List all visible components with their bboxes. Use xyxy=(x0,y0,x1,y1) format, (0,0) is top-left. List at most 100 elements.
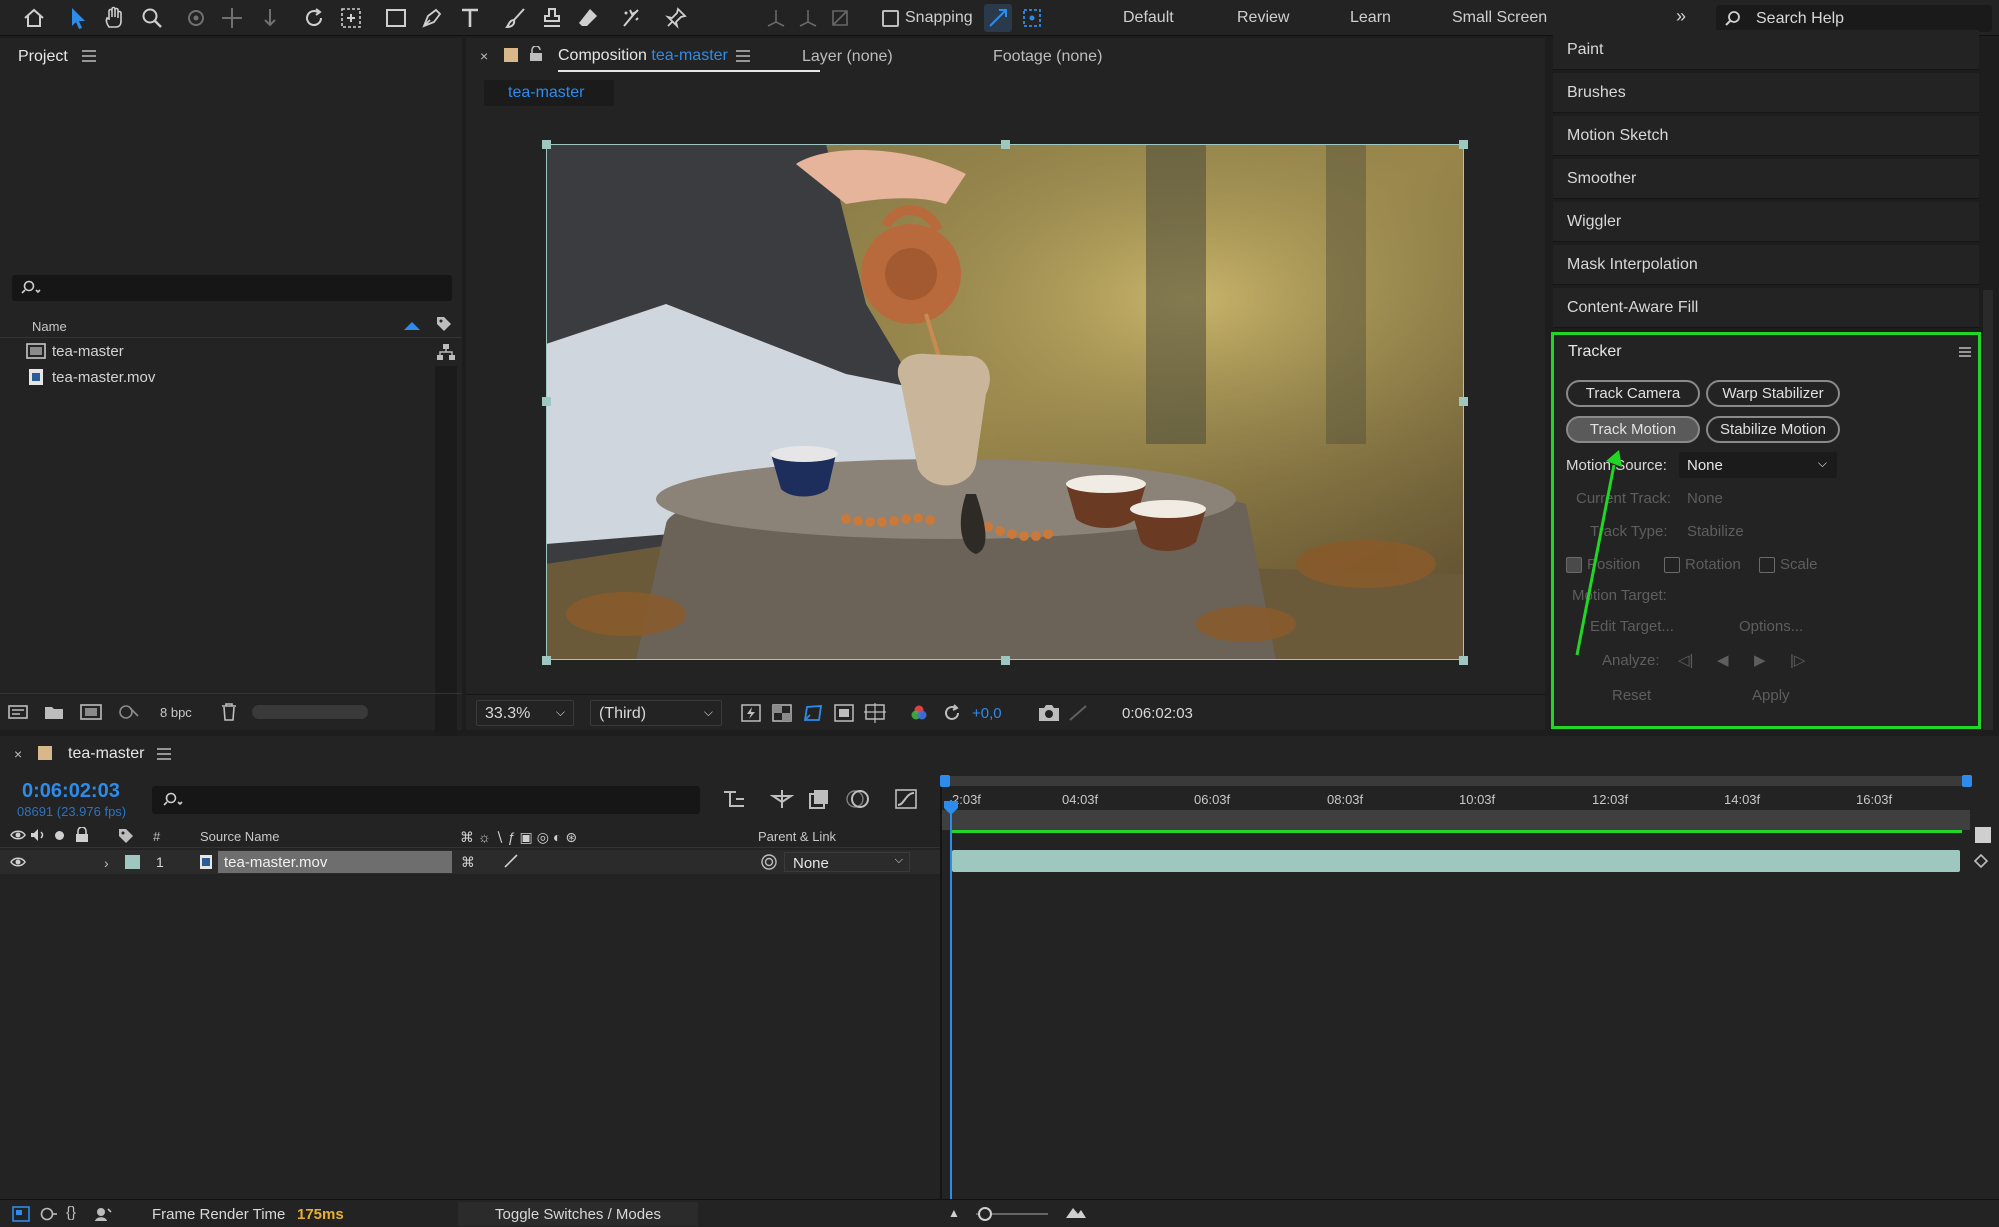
panel-menu-icon[interactable] xyxy=(82,50,96,62)
transform-handle[interactable] xyxy=(1459,397,1468,406)
more-workspaces-icon[interactable]: » xyxy=(1676,6,1686,27)
draft-3d-icon[interactable] xyxy=(770,788,794,810)
fast-previews-icon[interactable] xyxy=(741,704,761,722)
layer-tab[interactable]: Layer (none) xyxy=(802,48,893,66)
name-column-label[interactable]: Name xyxy=(32,319,67,334)
layer-duration-bar[interactable] xyxy=(952,850,1960,872)
close-tab-icon[interactable]: × xyxy=(14,746,22,762)
composition-breadcrumb[interactable]: tea-master xyxy=(484,80,614,106)
snap-edges-icon[interactable] xyxy=(984,4,1012,32)
transform-handle[interactable] xyxy=(542,656,551,665)
panel-menu-icon[interactable] xyxy=(157,748,171,760)
zoom-out-icon[interactable]: ▲ xyxy=(948,1206,960,1220)
timeline-current-time[interactable]: 0:06:02:03 xyxy=(22,780,120,803)
zoom-tool-icon[interactable] xyxy=(138,4,166,32)
transparency-grid-icon[interactable] xyxy=(772,704,792,722)
exposure-value[interactable]: +0,0 xyxy=(972,705,1002,722)
transform-handle[interactable] xyxy=(542,397,551,406)
rotation-tool-icon[interactable] xyxy=(300,4,328,32)
project-item-composition[interactable]: tea-master xyxy=(0,338,430,364)
trash-icon[interactable] xyxy=(221,703,237,721)
parent-dropdown[interactable]: None ⌵ xyxy=(784,852,910,872)
sort-ascending-icon[interactable] xyxy=(404,322,420,330)
comp-marker-bin-icon[interactable] xyxy=(1975,827,1991,843)
flowchart-icon[interactable] xyxy=(437,344,455,360)
layer-source-name[interactable]: tea-master.mov xyxy=(218,851,452,873)
source-name-column[interactable]: Source Name xyxy=(200,829,279,844)
wiggler-panel-header[interactable]: Wiggler xyxy=(1553,202,1979,242)
reset-exposure-icon[interactable] xyxy=(942,703,962,723)
timeline-search-input[interactable] xyxy=(152,786,700,814)
pen-tool-icon[interactable] xyxy=(418,4,446,32)
composition-tab[interactable]: Composition tea-master xyxy=(558,47,728,65)
dolly-camera-icon[interactable] xyxy=(256,4,284,32)
view-axis-icon[interactable] xyxy=(826,4,854,32)
layer-switches-pane-icon[interactable] xyxy=(12,1206,30,1222)
magnification-dropdown[interactable]: 33.3% ⌵ xyxy=(476,700,574,726)
lock-icon[interactable] xyxy=(529,46,543,62)
timeline-zoom-slider-thumb[interactable] xyxy=(978,1207,992,1221)
clone-stamp-tool-icon[interactable] xyxy=(538,4,566,32)
workspace-small-screen[interactable]: Small Screen xyxy=(1452,9,1547,27)
workspace-learn[interactable]: Learn xyxy=(1350,9,1391,27)
transform-handle[interactable] xyxy=(542,140,551,149)
brushes-panel-header[interactable]: Brushes xyxy=(1553,73,1979,113)
new-composition-icon[interactable] xyxy=(80,704,102,720)
audio-switch-icon[interactable] xyxy=(30,828,46,842)
local-axis-icon[interactable] xyxy=(762,4,790,32)
in-out-pane-icon[interactable]: {} xyxy=(66,1204,76,1221)
layer-label-color[interactable] xyxy=(125,855,140,869)
render-time-pane-icon[interactable] xyxy=(94,1206,112,1222)
roto-brush-tool-icon[interactable] xyxy=(618,4,646,32)
work-area-start-handle[interactable] xyxy=(940,775,950,787)
footage-tab[interactable]: Footage (none) xyxy=(993,48,1102,66)
workspace-review[interactable]: Review xyxy=(1237,9,1289,27)
snapping-checkbox[interactable] xyxy=(882,10,899,27)
orbit-camera-icon[interactable] xyxy=(182,4,210,32)
playhead-line[interactable] xyxy=(950,800,952,1199)
layer-visibility-eye-icon[interactable] xyxy=(10,856,26,868)
type-tool-icon[interactable] xyxy=(456,4,484,32)
workspace-default[interactable]: Default xyxy=(1123,9,1174,27)
composition-mini-flowchart-icon[interactable] xyxy=(722,788,746,810)
time-ruler[interactable]: 2:03f 04:03f 06:03f 08:03f 10:03f 12:03f… xyxy=(940,775,1972,856)
hand-tool-icon[interactable] xyxy=(100,4,128,32)
timeline-comp-tab[interactable]: tea-master xyxy=(68,745,144,763)
work-area-end-handle[interactable] xyxy=(1962,775,1972,787)
thumbnail-size-slider[interactable] xyxy=(252,705,368,719)
graph-editor-icon[interactable] xyxy=(894,788,918,810)
label-tag-icon[interactable] xyxy=(436,316,452,332)
selection-tool-icon[interactable] xyxy=(64,4,92,32)
zoom-in-icon[interactable] xyxy=(1064,1204,1088,1220)
pick-whip-icon[interactable] xyxy=(760,853,778,871)
right-panel-scrollbar[interactable] xyxy=(1983,290,1993,730)
new-folder-icon[interactable] xyxy=(44,704,64,720)
project-item-footage[interactable]: tea-master.mov xyxy=(0,364,430,390)
layer-marker-icon[interactable] xyxy=(1972,852,1990,870)
transform-handle[interactable] xyxy=(1459,140,1468,149)
pan-camera-icon[interactable] xyxy=(218,4,246,32)
transform-handle[interactable] xyxy=(1459,656,1468,665)
content-aware-fill-panel-header[interactable]: Content-Aware Fill xyxy=(1553,288,1979,328)
world-axis-icon[interactable] xyxy=(794,4,822,32)
work-area-bar[interactable] xyxy=(942,776,1970,786)
transform-handle[interactable] xyxy=(1001,140,1010,149)
current-time-field[interactable]: 0:06:02:03 xyxy=(1110,700,1208,726)
home-icon[interactable] xyxy=(20,4,48,32)
quality-switch-icon[interactable] xyxy=(502,852,520,870)
toggle-switches-modes-button[interactable]: Toggle Switches / Modes xyxy=(458,1202,698,1226)
project-search-input[interactable] xyxy=(12,275,452,301)
smoother-panel-header[interactable]: Smoother xyxy=(1553,159,1979,199)
pan-behind-tool-icon[interactable] xyxy=(337,4,365,32)
project-scrollbar[interactable] xyxy=(435,366,457,738)
shy-switch-icon[interactable]: ⌘ xyxy=(461,854,475,871)
snapshot-camera-icon[interactable] xyxy=(1038,704,1060,722)
close-tab-icon[interactable]: × xyxy=(480,48,488,64)
layer-row[interactable]: › 1 tea-master.mov ⌘ None ⌵ xyxy=(0,850,940,874)
eraser-tool-icon[interactable] xyxy=(574,4,602,32)
grid-guides-icon[interactable] xyxy=(864,703,886,723)
frame-blending-icon[interactable] xyxy=(808,788,832,810)
playhead-handle-icon[interactable] xyxy=(943,800,959,816)
snap-features-icon[interactable] xyxy=(1018,4,1046,32)
mask-visibility-icon[interactable] xyxy=(802,703,824,723)
